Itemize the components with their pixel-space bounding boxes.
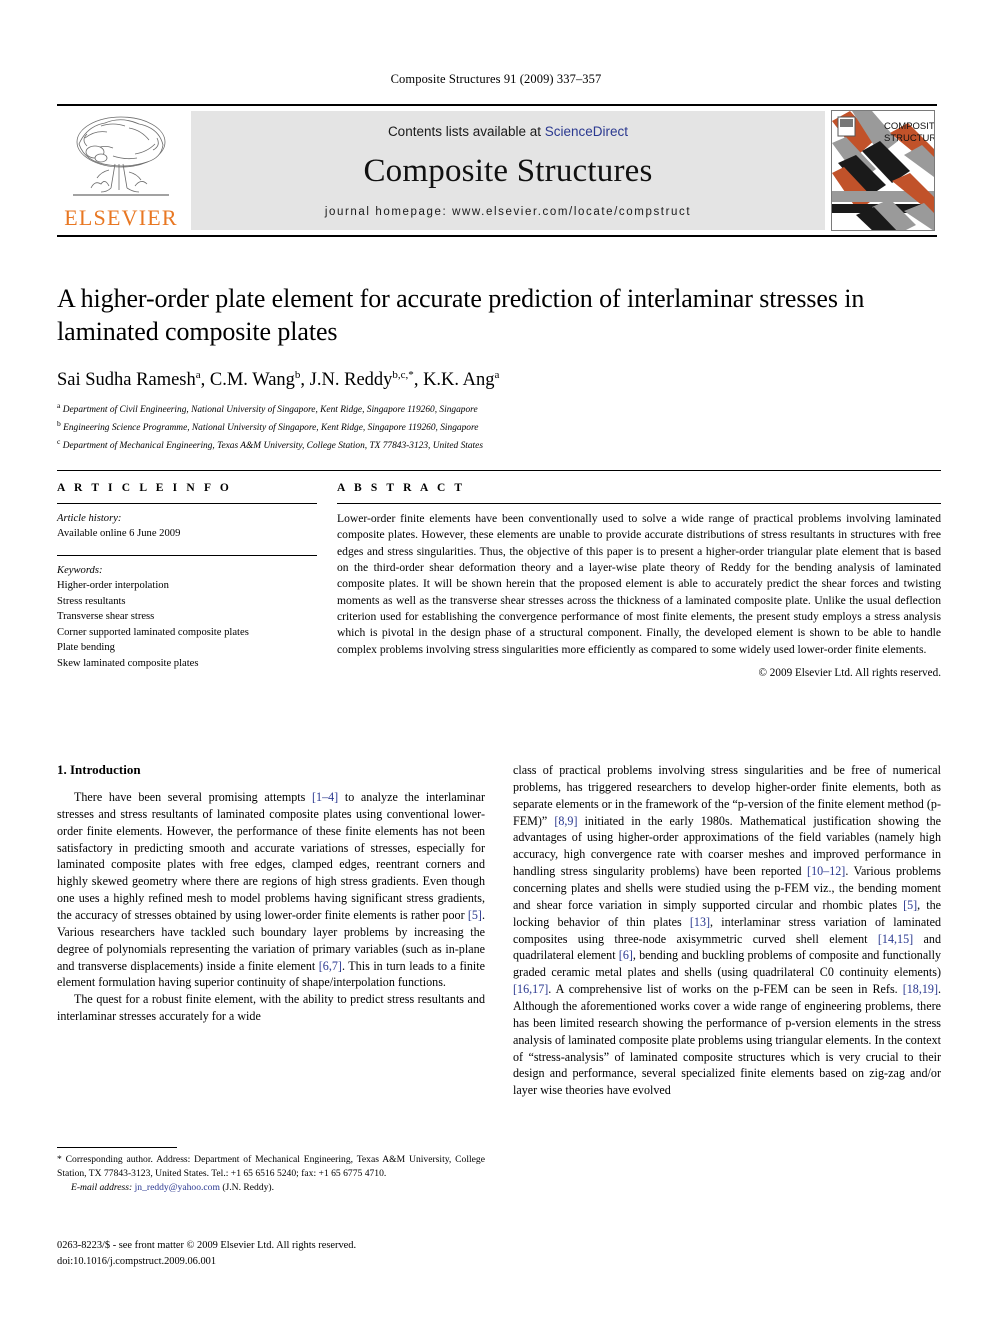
article-history-value: Available online 6 June 2009 <box>57 528 181 540</box>
keywords-block: Keywords: Higher-order interpolation Str… <box>57 554 317 672</box>
author-affiliation-marker: b,c,* <box>392 368 414 381</box>
journal-title: Composite Structures <box>363 152 653 189</box>
citation-ref[interactable]: [5] <box>903 898 917 912</box>
list-item: Transverse shear stress <box>57 611 155 623</box>
author-list: Sai Sudha Ramesha, C.M. Wangb, J.N. Redd… <box>57 368 500 390</box>
imprint-line-1: 0263-8223/$ - see front matter © 2009 El… <box>57 1240 357 1251</box>
list-item: Higher-order interpolation <box>57 580 169 592</box>
footnote-block: * Corresponding author. Address: Departm… <box>57 1147 485 1195</box>
elsevier-wordmark: ELSEVIER <box>64 205 178 230</box>
intro-paragraph-2: The quest for a robust finite element, w… <box>57 992 485 1024</box>
list-item: Skew laminated composite plates <box>57 657 199 669</box>
email-link[interactable]: jn_reddy@yahoo.com <box>135 1182 220 1193</box>
abstract-heading: A B S T R A C T <box>337 482 466 494</box>
keywords-label: Keywords: <box>57 564 103 576</box>
email-note: E-mail address: jn_reddy@yahoo.com (J.N.… <box>57 1181 485 1195</box>
divider <box>57 503 317 504</box>
cover-title-line1: COMPOSITE <box>884 121 934 132</box>
footnote-divider <box>57 1147 177 1148</box>
contents-available-line: Contents lists available at ScienceDirec… <box>388 124 628 139</box>
abstract-text: Lower-order finite elements have been co… <box>337 512 941 656</box>
citation-ref[interactable]: [8,9] <box>554 814 577 828</box>
abstract-column: A B S T R A C T Lower-order finite eleme… <box>337 482 941 679</box>
citation-ref[interactable]: [16,17] <box>513 982 548 996</box>
running-head: Composite Structures 91 (2009) 337–357 <box>390 72 602 86</box>
citation-ref[interactable]: [6] <box>619 948 633 962</box>
citation-ref[interactable]: [10–12] <box>807 864 845 878</box>
journal-article-page: Composite Structures 91 (2009) 337–357 E… <box>0 0 992 1323</box>
citation-ref[interactable]: [6,7] <box>319 959 342 973</box>
citation-ref[interactable]: [18,19] <box>903 982 938 996</box>
copyright-notice: © 2009 Elsevier Ltd. All rights reserved… <box>758 667 942 680</box>
text-run: . Although the aforementioned works cove… <box>513 982 941 1098</box>
journal-masthead: ELSEVIER Contents lists available at Sci… <box>57 104 937 237</box>
article-history-label: Article history: <box>57 513 122 524</box>
elsevier-logo: ELSEVIER <box>57 106 185 235</box>
citation-ref[interactable]: [5] <box>468 908 482 922</box>
journal-cover-thumbnail: COMPOSITE STRUCTURES <box>831 110 935 231</box>
citation-ref[interactable]: [1–4] <box>312 790 338 804</box>
author-affiliation-marker: a <box>494 368 500 381</box>
keywords-list: Higher-order interpolation Stress result… <box>57 578 317 671</box>
journal-band: Contents lists available at ScienceDirec… <box>191 111 825 230</box>
divider <box>57 554 317 556</box>
cover-title-line2: STRUCTURES <box>884 133 934 144</box>
affiliation-c: c Department of Mechanical Engineering, … <box>57 436 483 451</box>
article-info-column: A R T I C L E I N F O Article history: A… <box>57 482 317 679</box>
corresponding-author-note: * Corresponding author. Address: Departm… <box>57 1154 485 1179</box>
page-title: A higher-order plate element for accurat… <box>57 284 865 346</box>
body-column-left: 1. Introduction There have been several … <box>57 762 485 1099</box>
article-info-heading: A R T I C L E I N F O <box>57 482 232 494</box>
intro-paragraph-2-continued: class of practical problems involving st… <box>513 762 941 1099</box>
imprint-block: 0263-8223/$ - see front matter © 2009 El… <box>57 1238 557 1269</box>
email-label: E-mail address: <box>71 1182 133 1193</box>
list-item: Stress resultants <box>57 595 126 607</box>
divider <box>337 503 941 504</box>
citation-ref[interactable]: [13] <box>690 915 710 929</box>
list-item: Plate bending <box>57 642 115 654</box>
cover-artwork: COMPOSITE STRUCTURES <box>832 111 934 230</box>
affiliation-a: a Department of Civil Engineering, Natio… <box>57 400 478 415</box>
info-abstract-section: A R T I C L E I N F O Article history: A… <box>57 470 941 679</box>
imprint-line-2: doi:10.1016/j.compstruct.2009.06.001 <box>57 1255 217 1267</box>
body-column-right: class of practical problems involving st… <box>513 762 941 1099</box>
affiliation-b: b Engineering Science Programme, Nationa… <box>57 418 479 433</box>
author-affiliation-marker: a <box>195 368 201 381</box>
citation-ref[interactable]: [14,15] <box>878 932 913 946</box>
elsevier-tree-icon <box>73 116 169 196</box>
contents-prefix-text: Contents lists available at <box>387 123 545 139</box>
section-heading-introduction: 1. Introduction <box>57 762 141 777</box>
email-owner: (J.N. Reddy). <box>222 1182 275 1193</box>
body-columns: 1. Introduction There have been several … <box>57 762 941 1099</box>
text-run: to analyze the interlaminar stresses and… <box>57 790 485 923</box>
author-affiliation-marker: b <box>294 368 301 381</box>
affiliation-list: a Department of Civil Engineering, Natio… <box>57 400 941 454</box>
text-run: There have been several promising attemp… <box>74 790 312 804</box>
title-block: A higher-order plate element for accurat… <box>57 283 941 453</box>
journal-homepage-link[interactable]: journal homepage: www.elsevier.com/locat… <box>325 206 691 218</box>
text-run: . A comprehensive list of works on the p… <box>548 982 903 997</box>
intro-paragraph-1: There have been several promising attemp… <box>57 789 485 991</box>
list-item: Corner supported laminated composite pla… <box>57 626 249 638</box>
sciencedirect-link[interactable]: ScienceDirect <box>545 124 628 139</box>
